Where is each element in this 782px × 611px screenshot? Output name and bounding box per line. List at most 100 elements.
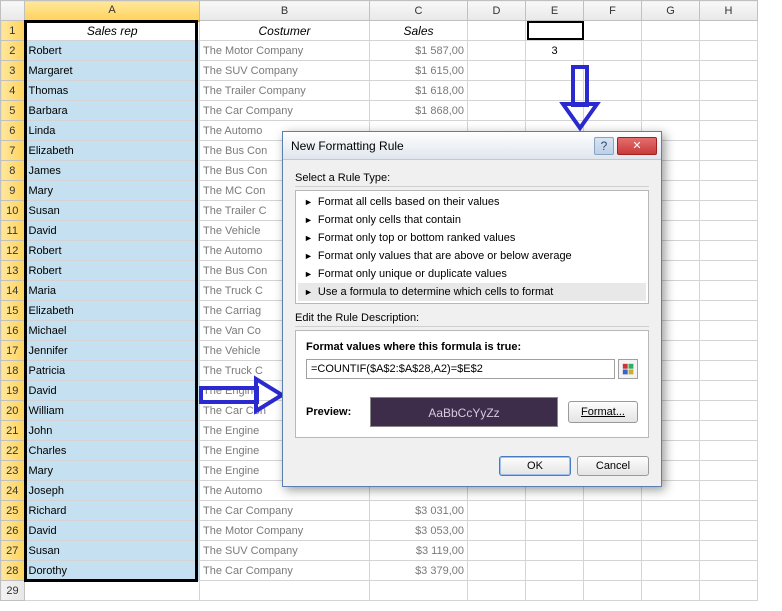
- cell-A13[interactable]: Robert: [25, 261, 200, 281]
- cell-A3[interactable]: Margaret: [25, 61, 200, 81]
- cell-C25[interactable]: $3 031,00: [370, 501, 468, 521]
- cell-A16[interactable]: Michael: [25, 321, 200, 341]
- rule-type-item[interactable]: ►Use a formula to determine which cells …: [298, 283, 646, 301]
- cell-C26[interactable]: $3 053,00: [370, 521, 468, 541]
- cell-G28[interactable]: [642, 561, 700, 581]
- row-header[interactable]: 6: [1, 121, 25, 141]
- row-header[interactable]: 22: [1, 441, 25, 461]
- rule-type-list[interactable]: ►Format all cells based on their values►…: [295, 190, 649, 304]
- row-header[interactable]: 1: [1, 21, 25, 41]
- cell-C1[interactable]: Sales: [370, 21, 468, 41]
- cell-H2[interactable]: [700, 41, 758, 61]
- row-header[interactable]: 5: [1, 101, 25, 121]
- cell-A28[interactable]: Dorothy: [25, 561, 200, 581]
- cell-A12[interactable]: Robert: [25, 241, 200, 261]
- row-header[interactable]: 3: [1, 61, 25, 81]
- cell-F1[interactable]: [584, 21, 642, 41]
- cell-A1[interactable]: Sales rep: [25, 21, 200, 41]
- cell-H18[interactable]: [700, 361, 758, 381]
- row-header[interactable]: 8: [1, 161, 25, 181]
- rule-type-item[interactable]: ►Format only unique or duplicate values: [298, 265, 646, 283]
- cell-A19[interactable]: David: [25, 381, 200, 401]
- cell-H25[interactable]: [700, 501, 758, 521]
- row-header[interactable]: 28: [1, 561, 25, 581]
- cell-B2[interactable]: The Motor Company: [200, 41, 370, 61]
- row-header[interactable]: 21: [1, 421, 25, 441]
- help-button[interactable]: ?: [594, 137, 614, 155]
- cell-E29[interactable]: [526, 581, 584, 601]
- cell-A4[interactable]: Thomas: [25, 81, 200, 101]
- cell-G26[interactable]: [642, 521, 700, 541]
- row-header[interactable]: 19: [1, 381, 25, 401]
- cell-B27[interactable]: The SUV Company: [200, 541, 370, 561]
- cell-A17[interactable]: Jennifer: [25, 341, 200, 361]
- cell-B29[interactable]: [200, 581, 370, 601]
- row-header[interactable]: 7: [1, 141, 25, 161]
- row-header[interactable]: 26: [1, 521, 25, 541]
- ok-button[interactable]: OK: [499, 456, 571, 476]
- cell-H24[interactable]: [700, 481, 758, 501]
- cell-D4[interactable]: [468, 81, 526, 101]
- cell-G2[interactable]: [642, 41, 700, 61]
- cell-A21[interactable]: John: [25, 421, 200, 441]
- cell-C27[interactable]: $3 119,00: [370, 541, 468, 561]
- cell-B25[interactable]: The Car Company: [200, 501, 370, 521]
- cell-H27[interactable]: [700, 541, 758, 561]
- row-header[interactable]: 4: [1, 81, 25, 101]
- cell-H3[interactable]: [700, 61, 758, 81]
- cell-H23[interactable]: [700, 461, 758, 481]
- row-header[interactable]: 24: [1, 481, 25, 501]
- cell-D1[interactable]: [468, 21, 526, 41]
- formula-input[interactable]: [306, 359, 615, 379]
- row-header[interactable]: 13: [1, 261, 25, 281]
- cell-H5[interactable]: [700, 101, 758, 121]
- cell-G29[interactable]: [642, 581, 700, 601]
- cell-A22[interactable]: Charles: [25, 441, 200, 461]
- cell-C29[interactable]: [370, 581, 468, 601]
- cell-C2[interactable]: $1 587,00: [370, 41, 468, 61]
- column-header-D[interactable]: D: [468, 1, 526, 21]
- cell-A26[interactable]: David: [25, 521, 200, 541]
- cell-H21[interactable]: [700, 421, 758, 441]
- cell-F29[interactable]: [584, 581, 642, 601]
- cell-A14[interactable]: Maria: [25, 281, 200, 301]
- cell-A24[interactable]: Joseph: [25, 481, 200, 501]
- column-header-B[interactable]: B: [200, 1, 370, 21]
- cell-H4[interactable]: [700, 81, 758, 101]
- cell-H13[interactable]: [700, 261, 758, 281]
- cell-G3[interactable]: [642, 61, 700, 81]
- cell-H26[interactable]: [700, 521, 758, 541]
- cell-A8[interactable]: James: [25, 161, 200, 181]
- cell-F2[interactable]: [584, 41, 642, 61]
- cell-H11[interactable]: [700, 221, 758, 241]
- cell-B26[interactable]: The Motor Company: [200, 521, 370, 541]
- cell-B28[interactable]: The Car Company: [200, 561, 370, 581]
- cell-A2[interactable]: Robert: [25, 41, 200, 61]
- cell-D25[interactable]: [468, 501, 526, 521]
- row-header[interactable]: 29: [1, 581, 25, 601]
- cell-H29[interactable]: [700, 581, 758, 601]
- cell-E1[interactable]: [526, 21, 584, 41]
- cell-B4[interactable]: The Trailer Company: [200, 81, 370, 101]
- column-header-F[interactable]: F: [584, 1, 642, 21]
- cell-H9[interactable]: [700, 181, 758, 201]
- cell-G5[interactable]: [642, 101, 700, 121]
- cell-A29[interactable]: [25, 581, 200, 601]
- row-header[interactable]: 17: [1, 341, 25, 361]
- format-button[interactable]: Format...: [568, 401, 638, 423]
- row-header[interactable]: 16: [1, 321, 25, 341]
- cell-C4[interactable]: $1 618,00: [370, 81, 468, 101]
- cell-G25[interactable]: [642, 501, 700, 521]
- cell-H14[interactable]: [700, 281, 758, 301]
- row-header[interactable]: 2: [1, 41, 25, 61]
- cell-F26[interactable]: [584, 521, 642, 541]
- cell-E25[interactable]: [526, 501, 584, 521]
- cell-A6[interactable]: Linda: [25, 121, 200, 141]
- cell-B5[interactable]: The Car Company: [200, 101, 370, 121]
- cell-H1[interactable]: [700, 21, 758, 41]
- cell-H12[interactable]: [700, 241, 758, 261]
- cell-F25[interactable]: [584, 501, 642, 521]
- range-selector-button[interactable]: [618, 359, 638, 379]
- row-header[interactable]: 15: [1, 301, 25, 321]
- cell-A25[interactable]: Richard: [25, 501, 200, 521]
